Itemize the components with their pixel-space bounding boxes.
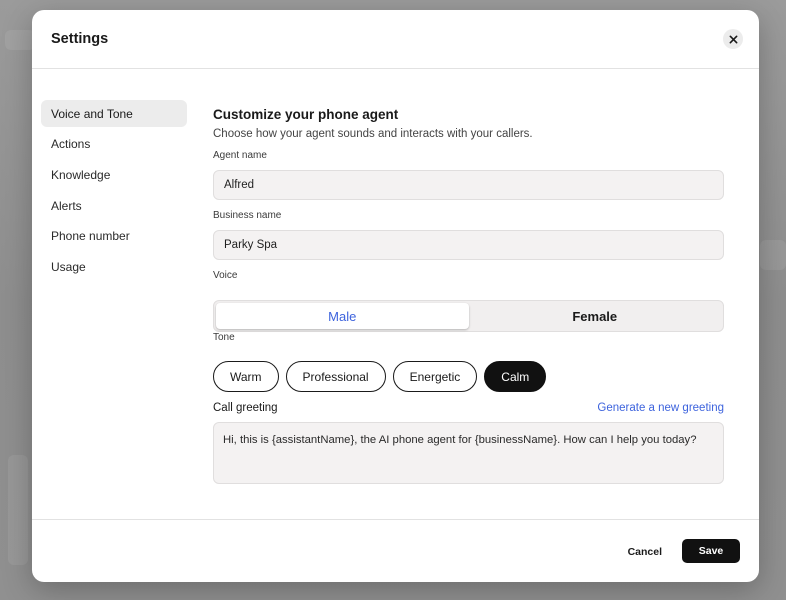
tone-selector: Warm Professional Energetic Calm	[213, 361, 547, 392]
call-greeting-label: Call greeting	[213, 402, 278, 414]
tone-option-calm[interactable]: Calm	[484, 361, 547, 392]
sidebar-item-label: Actions	[51, 137, 91, 152]
business-name-input[interactable]	[213, 230, 724, 260]
modal-title: Settings	[51, 31, 109, 47]
close-icon	[729, 35, 737, 43]
sidebar-item-actions[interactable]: Actions	[41, 131, 187, 158]
settings-sidebar: Voice and Tone Actions Knowledge Alerts …	[41, 100, 187, 284]
sidebar-item-label: Usage	[51, 259, 86, 274]
sidebar-item-label: Knowledge	[51, 167, 111, 182]
sidebar-item-label: Alerts	[51, 198, 82, 213]
backdrop-shape	[8, 455, 28, 565]
save-button[interactable]: Save	[682, 539, 740, 563]
section-title: Customize your phone agent	[213, 107, 399, 122]
generate-greeting-link[interactable]: Generate a new greeting	[597, 402, 724, 414]
cancel-button[interactable]: Cancel	[628, 546, 662, 558]
voice-option-male[interactable]: Male	[216, 303, 469, 329]
tone-option-warm[interactable]: Warm	[213, 361, 279, 392]
voice-selector: Male Female	[213, 300, 724, 332]
tone-label: Tone	[213, 332, 235, 343]
sidebar-item-label: Voice and Tone	[51, 106, 133, 121]
backdrop-shape	[760, 240, 786, 270]
sidebar-item-phone-number[interactable]: Phone number	[41, 223, 187, 250]
call-greeting-input[interactable]: Hi, this is {assistantName}, the AI phon…	[213, 422, 724, 484]
agent-name-label: Agent name	[213, 150, 267, 161]
modal-footer: Cancel Save	[32, 519, 759, 582]
agent-name-input[interactable]	[213, 170, 724, 200]
section-description: Choose how your agent sounds and interac…	[213, 128, 533, 140]
voice-label: Voice	[213, 270, 238, 281]
modal-header: Settings	[32, 10, 759, 69]
sidebar-item-alerts[interactable]: Alerts	[41, 192, 187, 219]
voice-option-female[interactable]: Female	[469, 303, 722, 329]
business-name-label: Business name	[213, 210, 282, 221]
sidebar-item-knowledge[interactable]: Knowledge	[41, 161, 187, 188]
close-button[interactable]	[723, 29, 743, 49]
sidebar-item-voice-and-tone[interactable]: Voice and Tone	[41, 100, 187, 127]
voice-tone-panel: Customize your phone agent Choose how yo…	[213, 107, 724, 484]
tone-option-energetic[interactable]: Energetic	[392, 361, 478, 392]
tone-option-professional[interactable]: Professional	[285, 361, 386, 392]
sidebar-item-usage[interactable]: Usage	[41, 253, 187, 280]
backdrop-shape	[5, 30, 35, 50]
settings-modal: Settings Voice and Tone Actions Knowledg…	[32, 10, 759, 582]
sidebar-item-label: Phone number	[51, 229, 130, 244]
